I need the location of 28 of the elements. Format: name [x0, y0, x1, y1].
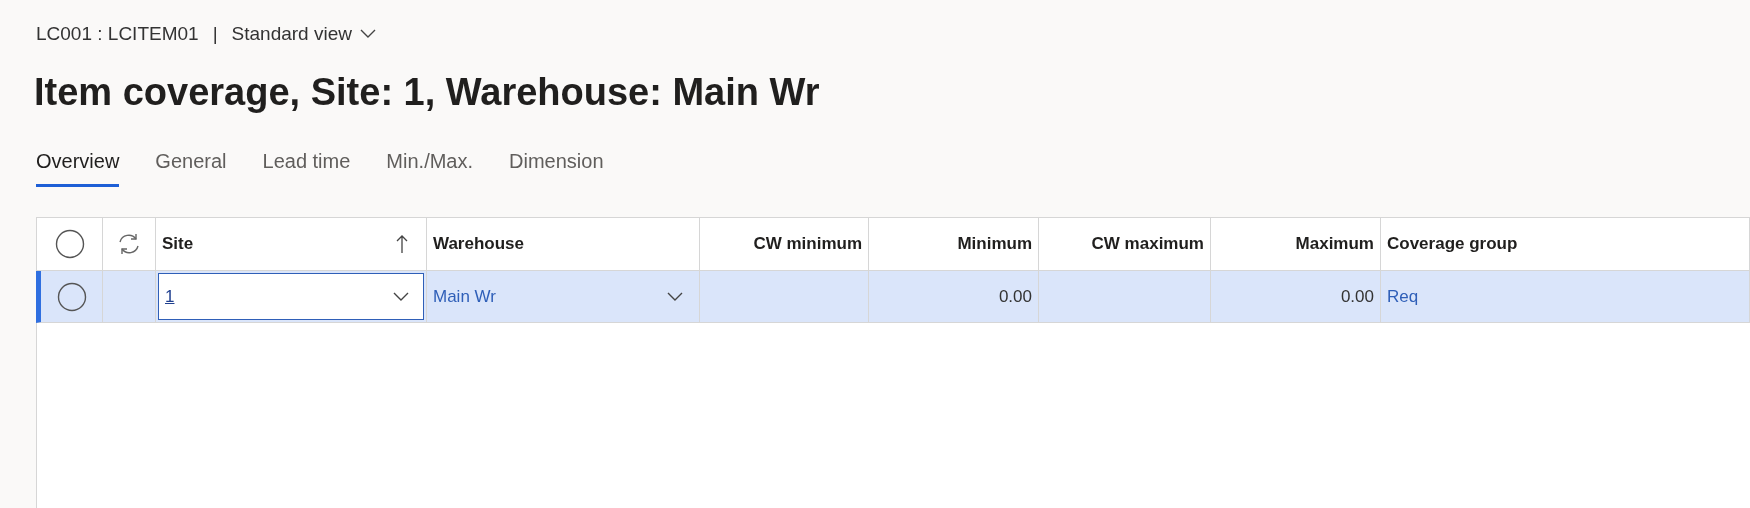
separator-text: |: [212, 22, 218, 46]
record-label: LC001 : LCITEM01: [36, 22, 199, 46]
column-header[interactable]: CW maximum: [1091, 231, 1204, 257]
view-selector[interactable]: Standard view: [231, 20, 376, 49]
select-circle-icon[interactable]: [54, 229, 85, 259]
column-header[interactable]: CW minimum: [753, 231, 862, 257]
column-header[interactable]: Site: [162, 231, 194, 257]
column-header[interactable]: Maximum: [1295, 231, 1374, 257]
tab[interactable]: Lead time: [262, 146, 351, 187]
grid-row[interactable]: 1 Main Wr 0.00 0.00 Req: [36, 271, 1750, 323]
select-circle-icon[interactable]: [56, 281, 87, 312]
warehouse-dropdown[interactable]: Main Wr: [427, 271, 700, 322]
tab[interactable]: Min./Max.: [386, 146, 474, 187]
tab[interactable]: General: [155, 146, 227, 187]
site-input-field[interactable]: 1: [158, 273, 424, 320]
coverage-group-link[interactable]: Req: [1387, 283, 1419, 310]
table-cell-text: 0.00: [1340, 285, 1374, 308]
column-header[interactable]: Minimum: [957, 231, 1032, 257]
dropdown-caret-icon: [667, 291, 683, 302]
caret-icon: [360, 29, 376, 40]
column-header[interactable]: Coverage group: [1387, 231, 1518, 257]
tab[interactable]: Dimension: [509, 146, 604, 187]
tab[interactable]: Overview: [36, 146, 120, 187]
refresh-icon[interactable]: [116, 232, 142, 256]
column-header[interactable]: Warehouse: [433, 231, 524, 257]
page-title: Item coverage, Site: 1, Warehouse: Main Wr: [33, 69, 821, 115]
dropdown-caret-icon: [393, 291, 409, 302]
table-cell-text: 0.00: [998, 285, 1032, 308]
